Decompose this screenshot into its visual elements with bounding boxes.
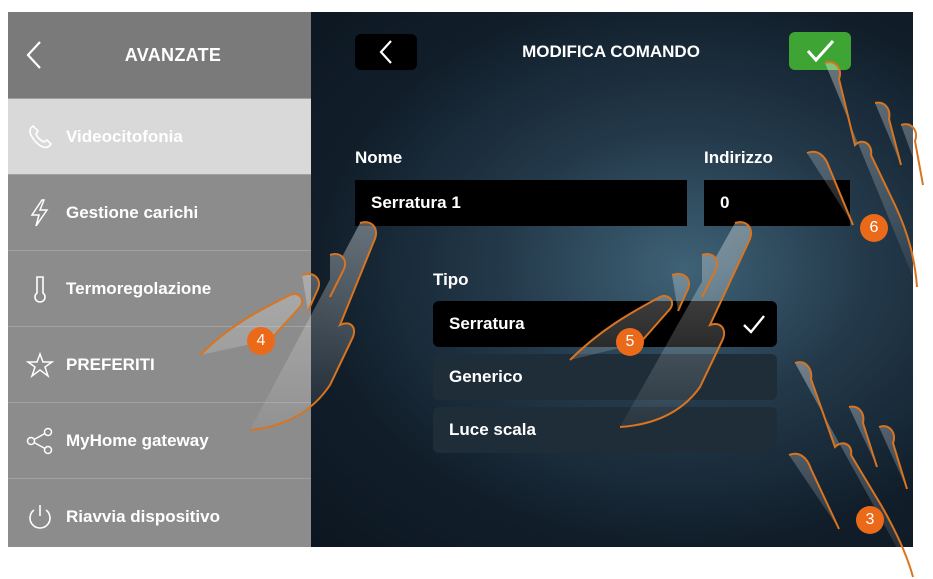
type-option-label: Generico (449, 367, 523, 386)
type-label: Tipo (433, 270, 469, 289)
hand-pointer-icon (788, 361, 914, 578)
hand-pointer-icon (569, 221, 753, 428)
star-icon (25, 351, 55, 379)
callout-badge: 6 (860, 214, 888, 242)
page-title: MODIFICA COMANDO (522, 42, 700, 61)
type-option-label: Luce scala (449, 420, 536, 439)
hand-pointer-icon (806, 61, 924, 288)
sidebar-header: AVANZATE (8, 12, 311, 98)
sidebar-item-label: Gestione carichi (66, 203, 199, 222)
type-option-label: Serratura (449, 314, 525, 333)
device-screen: AVANZATE Videocitofonia Gestione carichi… (8, 12, 913, 547)
sidebar-item-videocitofonia[interactable]: Videocitofonia (8, 98, 311, 175)
sidebar-back-button[interactable] (20, 38, 50, 72)
lightning-icon (30, 199, 49, 227)
sidebar-item-label: PREFERITI (66, 355, 155, 374)
chevron-left-icon (26, 41, 41, 69)
thermometer-icon (34, 276, 46, 303)
callout-badge: 5 (616, 328, 644, 356)
sidebar-item-label: MyHome gateway (66, 431, 209, 450)
hand-pointer-icon (199, 221, 378, 431)
back-button[interactable] (355, 34, 417, 70)
sidebar-item-label: Videocitofonia (66, 127, 183, 146)
address-label: Indirizzo (704, 148, 773, 167)
callout-badge: 3 (856, 506, 884, 534)
phone-icon (29, 124, 53, 149)
share-icon (26, 427, 53, 455)
power-icon (29, 505, 51, 529)
name-label: Nome (355, 148, 403, 167)
sidebar-item-riavvia-dispositivo[interactable]: Riavvia dispositivo (8, 478, 311, 547)
sidebar-title: AVANZATE (124, 45, 222, 65)
callout-badge: 4 (247, 327, 275, 355)
sidebar-item-label: Riavvia dispositivo (66, 507, 220, 526)
chevron-left-icon (379, 40, 392, 64)
